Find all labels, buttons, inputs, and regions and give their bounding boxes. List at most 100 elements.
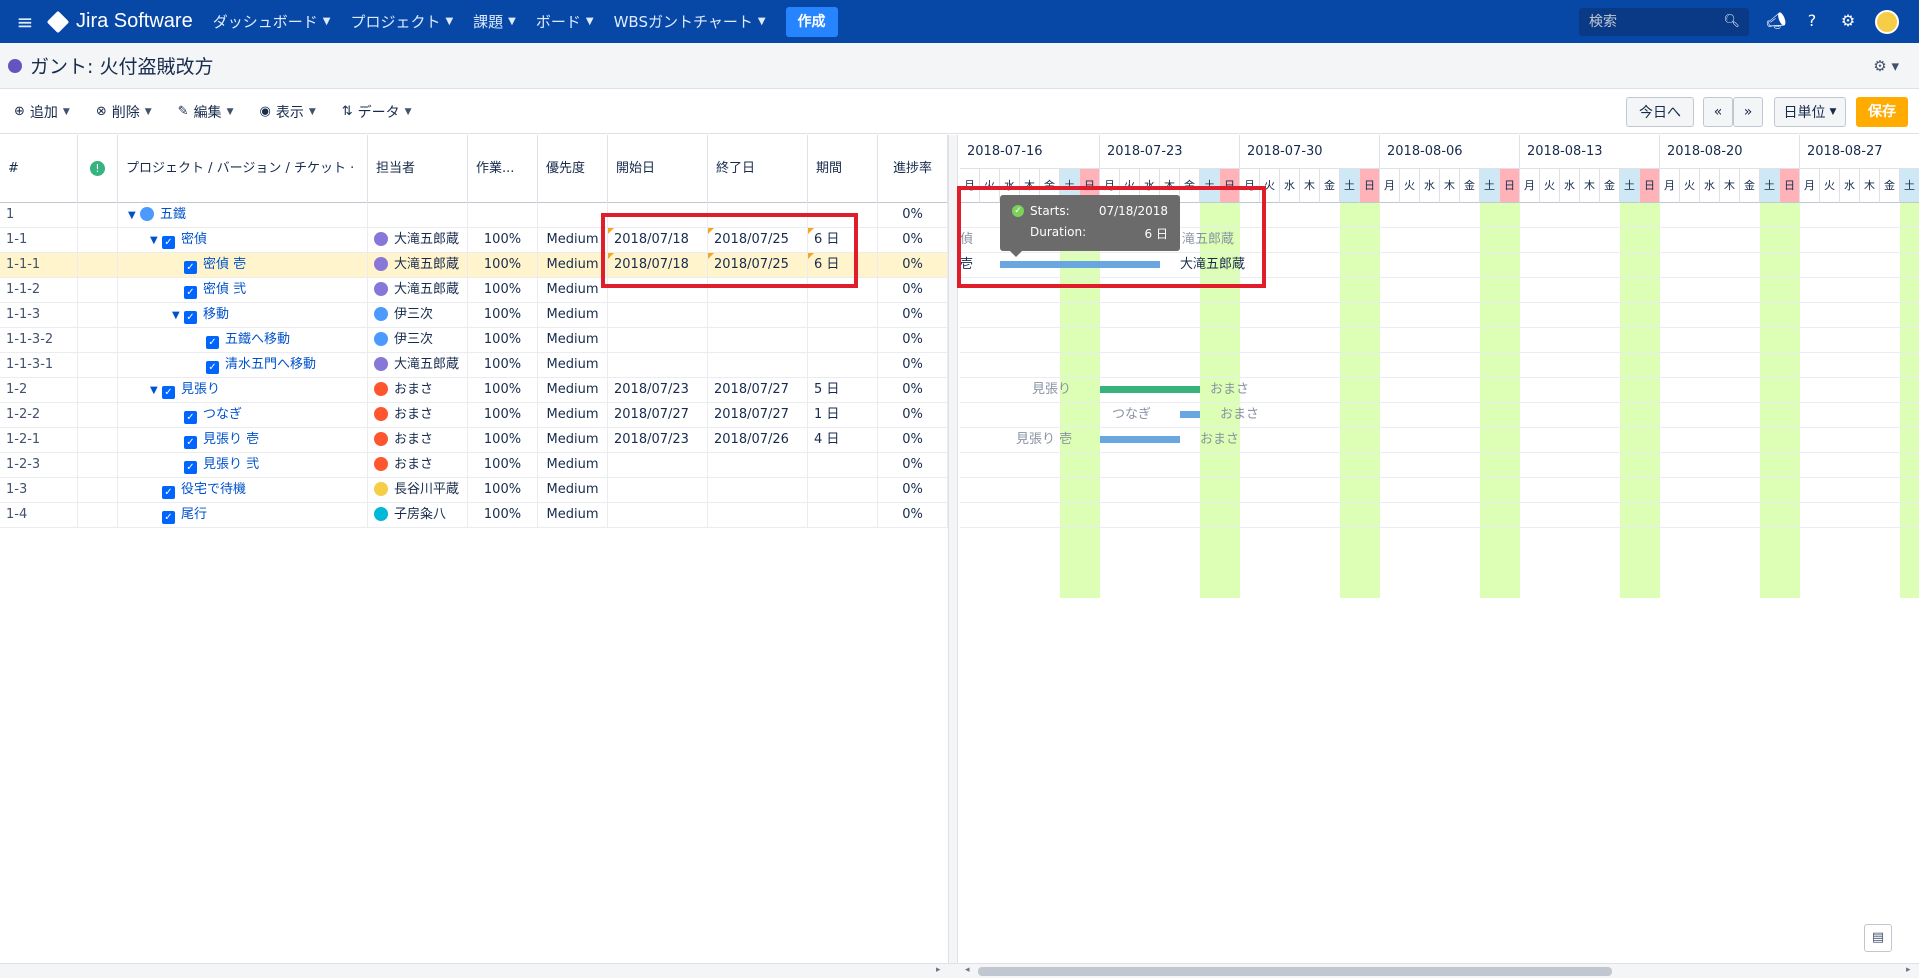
data-button[interactable]: ⇅ データ ▼ bbox=[342, 102, 412, 122]
delete-button[interactable]: ⊗ 削除 ▼ bbox=[96, 102, 152, 122]
work-cell[interactable]: 100% bbox=[468, 253, 538, 277]
jira-logo[interactable]: Jira Software bbox=[46, 10, 193, 33]
end-date-cell[interactable] bbox=[708, 453, 808, 477]
prev-period-button[interactable]: « bbox=[1703, 97, 1733, 127]
work-cell[interactable]: 100% bbox=[468, 328, 538, 352]
priority-cell[interactable]: Medium bbox=[538, 278, 608, 302]
collapse-toggle-icon[interactable]: ▼ bbox=[172, 304, 184, 327]
gantt-row[interactable] bbox=[960, 403, 1919, 428]
col-warning-header[interactable]: ! bbox=[78, 135, 118, 203]
start-date-cell[interactable] bbox=[608, 328, 708, 352]
progress-cell[interactable]: 0% bbox=[878, 503, 948, 527]
scroll-right-arrow-icon[interactable]: ▸ bbox=[1906, 965, 1911, 975]
end-date-cell[interactable]: 2018/07/26 bbox=[708, 428, 808, 452]
collapse-toggle-icon[interactable]: ▼ bbox=[150, 379, 162, 402]
duration-cell[interactable]: 5 日 bbox=[808, 378, 878, 402]
progress-cell[interactable]: 0% bbox=[878, 353, 948, 377]
task-name-link[interactable]: 五鐵 bbox=[160, 207, 186, 222]
duration-cell[interactable]: 4 日 bbox=[808, 428, 878, 452]
col-work-header[interactable]: 作業... bbox=[468, 135, 538, 203]
task-name-link[interactable]: 密偵 壱 bbox=[203, 257, 246, 272]
task-bar[interactable] bbox=[1100, 436, 1180, 443]
col-end-header[interactable]: 終了日 bbox=[708, 135, 808, 203]
start-date-cell[interactable] bbox=[608, 353, 708, 377]
col-progress-header[interactable]: 進捗率 bbox=[878, 135, 948, 203]
task-name[interactable]: ✓ 五鐵へ移動 bbox=[118, 328, 368, 352]
col-start-header[interactable]: 開始日 bbox=[608, 135, 708, 203]
start-date-cell[interactable]: 2018/07/23 bbox=[608, 378, 708, 402]
start-date-cell[interactable] bbox=[608, 303, 708, 327]
progress-cell[interactable]: 0% bbox=[878, 228, 948, 252]
progress-cell[interactable]: 0% bbox=[878, 203, 948, 227]
task-name-link[interactable]: 尾行 bbox=[181, 507, 207, 522]
priority-cell[interactable] bbox=[538, 203, 608, 227]
user-avatar[interactable] bbox=[1875, 10, 1899, 34]
progress-cell[interactable]: 0% bbox=[878, 303, 948, 327]
task-name[interactable]: ✓ 密偵 壱 bbox=[118, 253, 368, 277]
assignee-cell[interactable]: 伊三次 bbox=[368, 328, 468, 352]
start-date-cell[interactable]: 2018/07/27 bbox=[608, 403, 708, 427]
end-date-cell[interactable] bbox=[708, 478, 808, 502]
nav-projects[interactable]: プロジェクト ▼ bbox=[350, 11, 453, 32]
work-cell[interactable]: 100% bbox=[468, 428, 538, 452]
table-row[interactable]: 1-2-3 ✓ 見張り 弐 おまさ 100% Medium 0% bbox=[0, 453, 948, 478]
duration-cell[interactable] bbox=[808, 478, 878, 502]
task-name-link[interactable]: 見張り 壱 bbox=[203, 432, 259, 447]
document-icon[interactable]: ▤ bbox=[1864, 924, 1892, 952]
today-button[interactable]: 今日へ bbox=[1626, 97, 1694, 127]
task-bar[interactable] bbox=[1180, 411, 1200, 418]
save-button[interactable]: 保存 bbox=[1856, 97, 1908, 127]
priority-cell[interactable]: Medium bbox=[538, 453, 608, 477]
priority-cell[interactable]: Medium bbox=[538, 503, 608, 527]
work-cell[interactable]: 100% bbox=[468, 478, 538, 502]
work-cell[interactable] bbox=[468, 203, 538, 227]
gantt-settings-gear-icon[interactable]: ⚙ ▾ bbox=[1873, 57, 1899, 75]
next-period-button[interactable]: » bbox=[1733, 97, 1763, 127]
task-name-link[interactable]: 清水五門へ移動 bbox=[225, 357, 316, 372]
progress-cell[interactable]: 0% bbox=[878, 453, 948, 477]
duration-cell[interactable] bbox=[808, 453, 878, 477]
gantt-row[interactable] bbox=[960, 503, 1919, 528]
scroll-right-arrow-icon[interactable]: ▸ bbox=[936, 965, 941, 975]
assignee-cell[interactable]: 長谷川平蔵 bbox=[368, 478, 468, 502]
scrollbar-thumb[interactable] bbox=[978, 967, 1612, 976]
collapse-toggle-icon[interactable]: ▼ bbox=[150, 229, 162, 252]
work-cell[interactable]: 100% bbox=[468, 453, 538, 477]
priority-cell[interactable]: Medium bbox=[538, 478, 608, 502]
priority-cell[interactable]: Medium bbox=[538, 228, 608, 252]
gantt-row[interactable] bbox=[960, 453, 1919, 478]
table-row[interactable]: 1-4 ✓ 尾行 子房粂八 100% Medium 0% bbox=[0, 503, 948, 528]
gantt-row[interactable] bbox=[960, 303, 1919, 328]
col-assignee-header[interactable]: 担当者 bbox=[368, 135, 468, 203]
task-name[interactable]: ▼ ✓ 密偵 bbox=[118, 228, 368, 252]
summary-bar[interactable] bbox=[1100, 386, 1200, 393]
table-row[interactable]: 1-1-3-2 ✓ 五鐵へ移動 伊三次 100% Medium 0% bbox=[0, 328, 948, 353]
task-name[interactable]: ▼ ✓ 見張り bbox=[118, 378, 368, 402]
help-icon[interactable]: ? bbox=[1802, 11, 1822, 30]
nav-issues[interactable]: 課題 ▼ bbox=[473, 11, 516, 32]
create-button[interactable]: 作成 bbox=[785, 6, 838, 37]
duration-cell[interactable] bbox=[808, 303, 878, 327]
duration-cell[interactable] bbox=[808, 503, 878, 527]
assignee-cell[interactable]: 大滝五郎蔵 bbox=[368, 278, 468, 302]
task-name[interactable]: ✓ つなぎ bbox=[118, 403, 368, 427]
horizontal-scrollbar[interactable]: ▸ ◂ ▸ bbox=[0, 963, 1919, 978]
task-name[interactable]: ✓ 清水五門へ移動 bbox=[118, 353, 368, 377]
menu-icon[interactable]: ≡ bbox=[0, 10, 50, 34]
priority-cell[interactable]: Medium bbox=[538, 403, 608, 427]
task-name[interactable]: ✓ 見張り 弐 bbox=[118, 453, 368, 477]
progress-cell[interactable]: 0% bbox=[878, 253, 948, 277]
gantt-row[interactable] bbox=[960, 328, 1919, 353]
table-row[interactable]: 1-2-1 ✓ 見張り 壱 おまさ 100% Medium 2018/07/23 2018/0… bbox=[0, 428, 948, 453]
task-name-link[interactable]: 見張り 弐 bbox=[203, 457, 259, 472]
table-row[interactable]: 1-1-3 ▼ ✓ 移動 伊三次 100% Medium 0% bbox=[0, 303, 948, 328]
progress-cell[interactable]: 0% bbox=[878, 378, 948, 402]
task-name[interactable]: ✓ 密偵 弐 bbox=[118, 278, 368, 302]
assignee-cell[interactable]: 大滝五郎蔵 bbox=[368, 228, 468, 252]
nav-boards[interactable]: ボード ▼ bbox=[536, 11, 594, 32]
settings-gear-icon[interactable]: ⚙ bbox=[1838, 11, 1858, 30]
priority-cell[interactable]: Medium bbox=[538, 253, 608, 277]
col-priority-header[interactable]: 優先度 bbox=[538, 135, 608, 203]
search-input[interactable]: 検索 🔍︎ bbox=[1579, 8, 1749, 36]
start-date-cell[interactable] bbox=[608, 478, 708, 502]
